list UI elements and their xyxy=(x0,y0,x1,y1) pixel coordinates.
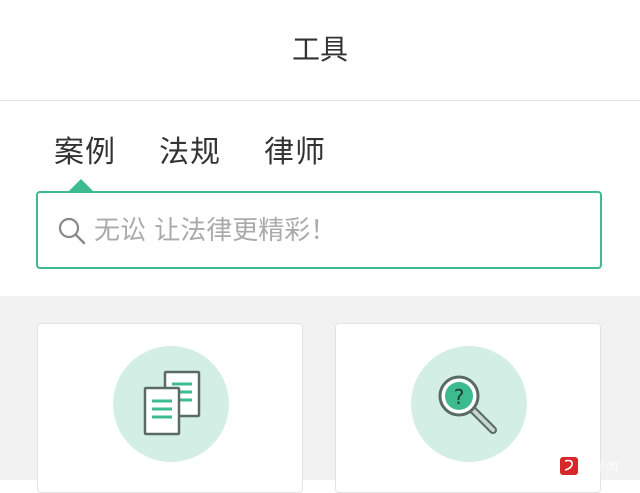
tab-bar: 案例 法规 律师 xyxy=(0,101,640,191)
tools-grid: ? xyxy=(0,296,640,493)
watermark-logo xyxy=(560,457,578,475)
page-title: 工具 xyxy=(291,33,348,66)
watermark: 壹新闻 xyxy=(560,456,618,476)
tool-card-documents[interactable] xyxy=(37,323,303,493)
search-icon xyxy=(58,217,86,245)
watermark-text: 壹新闻 xyxy=(582,459,619,474)
tab-lawyers[interactable]: 律师 xyxy=(264,127,326,171)
search-input[interactable]: 无讼 让法律更精彩！ xyxy=(36,191,602,269)
documents-icon xyxy=(113,346,229,462)
active-tab-indicator xyxy=(69,179,93,191)
tab-regulations[interactable]: 法规 xyxy=(159,127,221,171)
magnifier-question-icon: ? xyxy=(411,346,527,462)
search-placeholder: 无讼 让法律更精彩！ xyxy=(94,216,337,246)
tab-cases[interactable]: 案例 xyxy=(54,127,116,171)
header: 工具 xyxy=(0,0,640,101)
svg-text:?: ? xyxy=(454,385,465,409)
